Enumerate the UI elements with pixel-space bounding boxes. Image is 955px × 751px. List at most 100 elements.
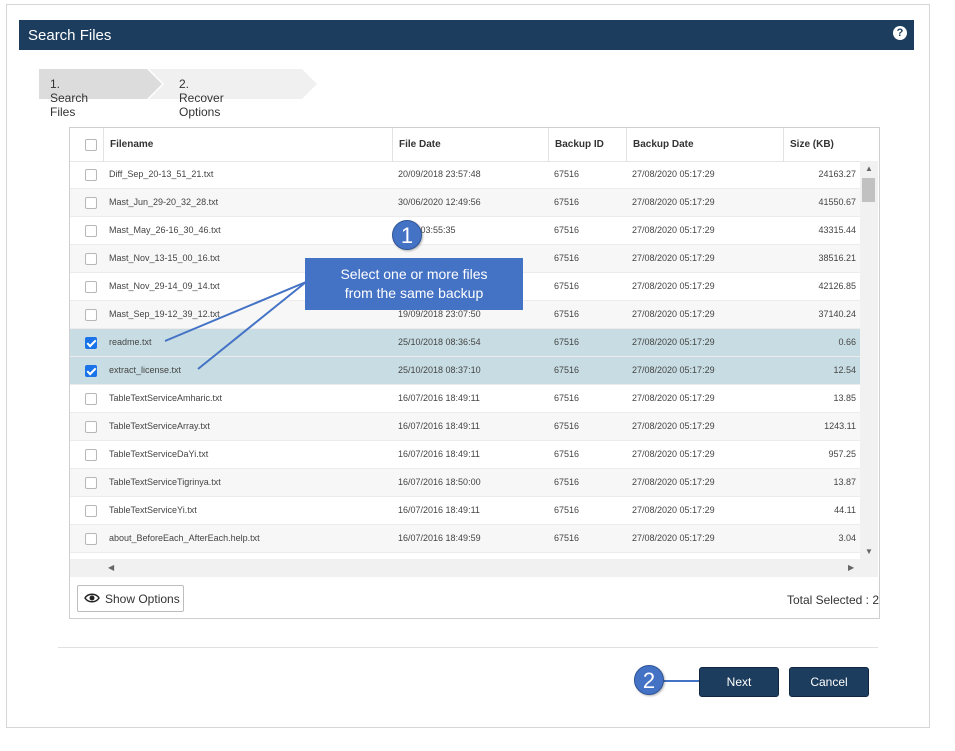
table-row[interactable]: TableTextServiceTigrinya.txt 16/07/2016 1…	[70, 469, 860, 497]
cell-file-date: 16/07/2016 18:50:00	[398, 477, 481, 487]
cell-backup-date: 27/08/2020 05:17:29	[632, 533, 715, 543]
table-row[interactable]: Mast_May_26-16_30_46.txt 2020 03:55:35 675…	[70, 217, 860, 245]
callout-line-2: from the same backup	[344, 285, 484, 301]
show-options-label: Show Options	[105, 592, 180, 606]
cell-backup-id: 67516	[554, 253, 580, 263]
cell-size: 42126.85	[818, 281, 856, 291]
cell-backup-date: 27/08/2020 05:17:29	[632, 449, 715, 459]
row-checkbox[interactable]	[85, 505, 97, 517]
scrollbar-thumb[interactable]	[862, 178, 875, 202]
table-body: Diff_Sep_20-13_51_21.txt 20/09/2018 23:57…	[70, 161, 860, 559]
horizontal-scrollbar[interactable]: ◀ ▶	[70, 559, 878, 577]
cell-file-date: 16/07/2016 18:49:11	[398, 505, 480, 515]
cell-size: 13.85	[833, 393, 856, 403]
row-checkbox[interactable]	[85, 281, 97, 293]
next-button[interactable]: Next	[699, 667, 779, 697]
table-row[interactable]: about_BeforeEach_AfterEach.help.txt 16/07…	[70, 525, 860, 553]
show-options-button[interactable]: Show Options	[77, 585, 184, 612]
row-checkbox[interactable]	[85, 197, 97, 209]
row-checkbox[interactable]	[85, 449, 97, 461]
cell-file-date: 16/07/2016 18:49:11	[398, 449, 480, 459]
table-row[interactable]: TableTextServiceArray.txt 16/07/2016 18:4…	[70, 413, 860, 441]
row-checkbox[interactable]	[85, 533, 97, 545]
cell-backup-date: 27/08/2020 05:17:29	[632, 309, 715, 319]
cell-backup-id: 67516	[554, 533, 580, 543]
scroll-left-icon[interactable]: ◀	[108, 563, 114, 572]
cell-filename: TableTextServiceYi.txt	[109, 505, 197, 515]
title-bar: Search Files ?	[19, 20, 914, 50]
cell-filename: TableTextServiceDaYi.txt	[109, 449, 209, 459]
cell-filename: TableTextServiceTigrinya.txt	[109, 477, 221, 487]
cell-filename: extract_license.txt	[109, 365, 182, 375]
row-checkbox[interactable]	[85, 169, 97, 181]
table-row[interactable]: readme.txt 25/10/2018 08:36:54 67516 27/08/…	[70, 329, 860, 357]
cell-filename: Diff_Sep_20-13_51_21.txt	[109, 169, 214, 179]
cell-file-date: 25/10/2018 08:37:10	[398, 365, 481, 375]
scroll-down-icon[interactable]: ▼	[865, 547, 873, 556]
cell-backup-id: 67516	[554, 169, 580, 179]
table-header: Filename File Date Backup ID Backup Date…	[70, 128, 860, 162]
cell-backup-date: 27/08/2020 05:17:29	[632, 337, 715, 347]
row-checkbox[interactable]	[85, 477, 97, 489]
table-row[interactable]: Mast_Jun_29-20_32_28.txt 30/06/2020 12:49…	[70, 189, 860, 217]
total-selected: Total Selected : 2	[786, 593, 879, 607]
vertical-scrollbar[interactable]: ▲ ▼	[860, 161, 878, 559]
cell-backup-date: 27/08/2020 05:17:29	[632, 169, 715, 179]
column-header-backup-id[interactable]: Backup ID	[548, 128, 626, 161]
column-header-filename[interactable]: Filename	[103, 128, 392, 161]
cell-size: 12.54	[833, 365, 856, 375]
cell-backup-id: 67516	[554, 225, 580, 235]
row-checkbox[interactable]	[85, 421, 97, 433]
cell-backup-id: 67516	[554, 365, 580, 375]
cell-filename: Mast_Nov_29-14_09_14.txt	[109, 281, 220, 291]
column-header-size[interactable]: Size (KB)	[783, 128, 860, 161]
table-row[interactable]: extract_license.txt 25/10/2018 08:37:10 67…	[70, 357, 860, 385]
cell-size: 37140.24	[818, 309, 856, 319]
row-checkbox[interactable]	[85, 225, 97, 237]
table-row[interactable]: TableTextServiceAmharic.txt 16/07/2016 18…	[70, 385, 860, 413]
cell-size: 3.04	[838, 533, 856, 543]
cell-backup-date: 27/08/2020 05:17:29	[632, 253, 715, 263]
file-grid: Filename File Date Backup ID Backup Date…	[69, 127, 880, 619]
cell-size: 24163.27	[818, 169, 856, 179]
cell-size: 13.87	[833, 477, 856, 487]
cell-file-date: 16/07/2016 18:49:11	[398, 393, 480, 403]
row-checkbox[interactable]	[85, 393, 97, 405]
cell-file-date: 20/09/2018 23:57:48	[398, 169, 481, 179]
cell-backup-date: 27/08/2020 05:17:29	[632, 421, 715, 431]
table-row[interactable]: TableTextServiceDaYi.txt 16/07/2016 18:49…	[70, 441, 860, 469]
row-checkbox[interactable]	[85, 253, 97, 265]
scroll-right-icon[interactable]: ▶	[848, 563, 854, 572]
cell-backup-date: 27/08/2020 05:17:29	[632, 225, 715, 235]
cell-size: 41550.67	[818, 197, 856, 207]
select-all-checkbox[interactable]	[85, 139, 97, 151]
cell-backup-id: 67516	[554, 421, 580, 431]
cell-size: 38516.21	[818, 253, 856, 263]
row-checkbox[interactable]	[85, 365, 97, 377]
table-row[interactable]: TableTextServiceYi.txt 16/07/2016 18:49:1…	[70, 497, 860, 525]
cell-filename: about_BeforeEach_AfterEach.help.txt	[109, 533, 260, 543]
cell-size: 44.11	[834, 505, 856, 515]
callout-number-1: 1	[392, 220, 422, 250]
cell-backup-id: 67516	[554, 477, 580, 487]
cell-backup-date: 27/08/2020 05:17:29	[632, 365, 715, 375]
cell-backup-id: 67516	[554, 449, 580, 459]
callout-select-files: Select one or more files from the same b…	[305, 258, 523, 310]
column-header-backup-date[interactable]: Backup Date	[626, 128, 783, 161]
row-checkbox[interactable]	[85, 309, 97, 321]
cell-backup-id: 67516	[554, 309, 580, 319]
cell-filename: Mast_May_26-16_30_46.txt	[109, 225, 221, 235]
help-icon[interactable]: ?	[893, 26, 907, 40]
cancel-button[interactable]: Cancel	[789, 667, 869, 697]
cell-size: 1243.11	[824, 421, 856, 431]
cell-backup-id: 67516	[554, 281, 580, 291]
cell-backup-date: 27/08/2020 05:17:29	[632, 505, 715, 515]
row-checkbox[interactable]	[85, 337, 97, 349]
divider	[58, 647, 878, 648]
scroll-up-icon[interactable]: ▲	[865, 164, 873, 173]
table-row[interactable]: Diff_Sep_20-13_51_21.txt 20/09/2018 23:57…	[70, 161, 860, 189]
column-header-file-date[interactable]: File Date	[392, 128, 548, 161]
cell-backup-id: 67516	[554, 337, 580, 347]
cell-file-date: 25/10/2018 08:36:54	[398, 337, 481, 347]
callout-number-2: 2	[634, 665, 664, 695]
